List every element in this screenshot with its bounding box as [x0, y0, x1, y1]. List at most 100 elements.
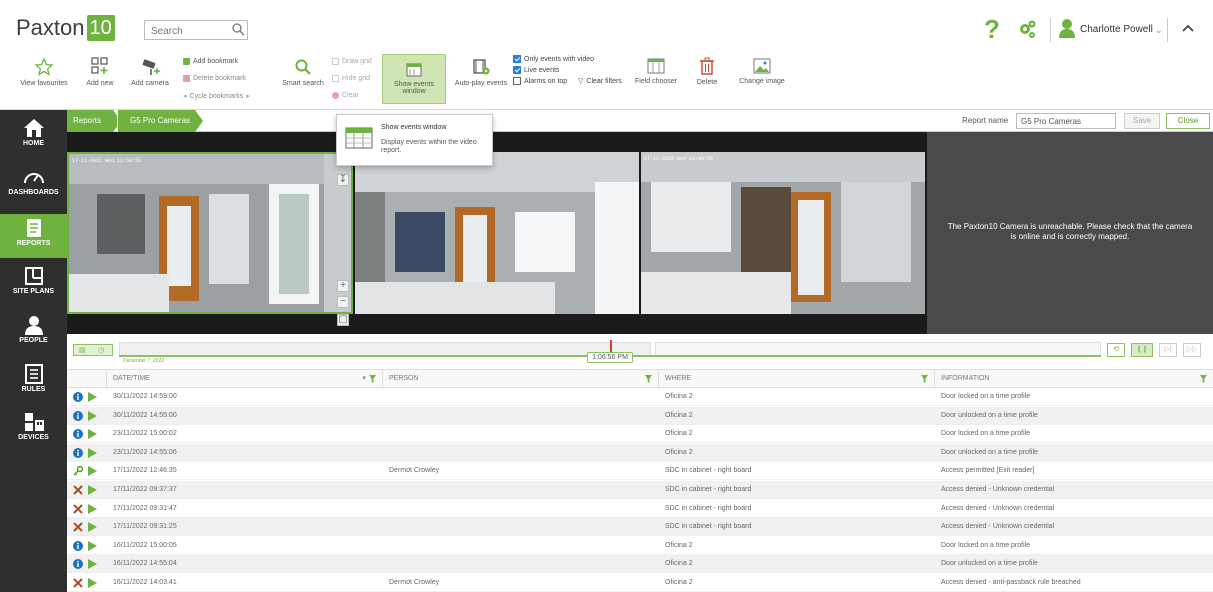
- report-name-input[interactable]: [1016, 113, 1116, 129]
- smart-search-button[interactable]: Smart search: [280, 58, 326, 87]
- sidebar-item-people[interactable]: PEOPLE: [0, 315, 67, 357]
- play-icon[interactable]: [87, 540, 97, 551]
- info-icon[interactable]: [73, 559, 83, 570]
- collapse-ribbon-icon[interactable]: [1180, 20, 1196, 36]
- column-header-person[interactable]: PERSON: [383, 370, 659, 388]
- pause-icon[interactable]: ❙❙: [1131, 343, 1153, 357]
- access-denied-icon[interactable]: [73, 578, 83, 588]
- play-icon[interactable]: [87, 392, 97, 402]
- play-icon[interactable]: [87, 447, 97, 458]
- info-icon[interactable]: [73, 540, 83, 551]
- timeline-playhead[interactable]: [610, 340, 612, 352]
- play-icon[interactable]: [87, 559, 97, 570]
- clock-icon[interactable]: ◷: [98, 346, 104, 354]
- list-view-icon[interactable]: ▤: [79, 346, 86, 354]
- table-row[interactable]: 17/11/2022 12:46:35 Dermot Crowley SDC in …: [67, 462, 1213, 481]
- live-events-checkbox[interactable]: Live events: [513, 66, 559, 74]
- close-button[interactable]: Close: [1166, 113, 1210, 129]
- play-icon[interactable]: [87, 485, 97, 495]
- access-denied-icon[interactable]: [73, 503, 83, 514]
- column-header-datetime[interactable]: DATE/TIME ▾: [107, 370, 383, 388]
- column-header-where[interactable]: WHERE: [659, 370, 935, 388]
- camera-feed-3[interactable]: 17-11-2022 Wed 13:45:56: [641, 152, 925, 314]
- filter-icon[interactable]: [645, 375, 652, 383]
- table-row[interactable]: 30/11/2022 14:59:00 Oficina 2 Door locked …: [67, 388, 1213, 406]
- breadcrumb-current[interactable]: G5 Pro Cameras: [117, 110, 195, 132]
- filter-icon[interactable]: [921, 375, 928, 383]
- step-forward-icon[interactable]: ▷|: [1159, 343, 1177, 357]
- sort-desc-icon[interactable]: ▾: [362, 370, 366, 388]
- sidebar-item-devices[interactable]: DEVICES: [0, 412, 67, 454]
- play-icon[interactable]: [87, 429, 97, 440]
- table-row[interactable]: 17/11/2022 09:31:25 SDC in cabinet - righ…: [67, 518, 1213, 537]
- info-icon[interactable]: [73, 447, 83, 458]
- access-denied-icon[interactable]: [73, 485, 83, 495]
- table-row[interactable]: 16/11/2022 14:55:04 Oficina 2 Door unlocke…: [67, 555, 1213, 574]
- auto-play-events-button[interactable]: Auto-play events: [452, 58, 510, 87]
- access-denied-icon[interactable]: [73, 522, 83, 532]
- cycle-bookmarks-button[interactable]: ◂ Cycle bookmarks ▸: [183, 92, 250, 101]
- sidebar-item-rules[interactable]: RULES: [0, 364, 67, 406]
- play-icon[interactable]: [87, 522, 97, 533]
- save-button[interactable]: Save: [1124, 113, 1160, 129]
- play-icon[interactable]: [87, 410, 97, 421]
- camera-feed-1[interactable]: 17-11-2022 Wed 13:58:56: [67, 152, 353, 314]
- search-icon[interactable]: [231, 22, 245, 36]
- only-events-with-video-checkbox[interactable]: Only events with video: [513, 55, 594, 63]
- play-icon[interactable]: [87, 503, 97, 514]
- table-row[interactable]: 17/11/2022 09:37:37 SDC in cabinet - righ…: [67, 481, 1213, 499]
- field-chooser-button[interactable]: Field chooser: [632, 58, 680, 85]
- skip-end-icon[interactable]: ▷▷: [1183, 343, 1201, 357]
- zoom-out-icon[interactable]: −: [337, 296, 349, 308]
- table-row[interactable]: 30/11/2022 14:55:00 Oficina 2 Door unlocke…: [67, 406, 1213, 425]
- chevron-down-icon[interactable]: ⌄: [1155, 25, 1163, 36]
- paxton10-logo[interactable]: Paxton 10: [16, 14, 115, 42]
- breadcrumb-reports[interactable]: Reports: [67, 110, 113, 132]
- help-icon[interactable]: ?: [984, 14, 1000, 45]
- info-icon[interactable]: [73, 392, 83, 402]
- delete-bookmark-button[interactable]: Delete bookmark: [183, 75, 246, 82]
- play-icon[interactable]: [87, 578, 97, 588]
- add-bookmark-button[interactable]: Add bookmark: [183, 58, 238, 65]
- timeline-view-toggle[interactable]: ▤ ◷: [73, 344, 113, 356]
- sidebar-item-site-plans[interactable]: SITE PLANS: [0, 266, 67, 308]
- table-row[interactable]: 16/11/2022 15:00:05 Oficina 2 Door locked …: [67, 537, 1213, 555]
- table-row[interactable]: 16/11/2022 14:03:41 Dermot Crowley Oficina…: [67, 574, 1213, 592]
- fullscreen-icon[interactable]: ▢: [337, 314, 349, 326]
- delete-button[interactable]: Delete: [692, 57, 722, 86]
- sidebar-item-reports[interactable]: REPORTS: [0, 214, 67, 258]
- sidebar-item-dashboards[interactable]: DASHBOARDS: [0, 167, 67, 209]
- alarms-on-top-checkbox[interactable]: Alarms on top: [513, 77, 567, 85]
- column-header-information[interactable]: INFORMATION: [935, 370, 1213, 388]
- draw-grid-button[interactable]: Draw grid: [332, 58, 372, 65]
- hide-grid-button[interactable]: Hide grid: [332, 75, 370, 82]
- show-events-window-button[interactable]: Show events window: [382, 54, 446, 104]
- info-icon[interactable]: [73, 429, 83, 440]
- view-favourites-button[interactable]: View favourites: [16, 58, 72, 87]
- devices-icon: [24, 413, 44, 431]
- timeline-track[interactable]: [119, 342, 651, 356]
- settings-gear-icon[interactable]: [1016, 18, 1038, 40]
- clear-button[interactable]: Clear: [332, 92, 359, 99]
- play-icon[interactable]: [87, 466, 97, 477]
- download-icon[interactable]: ↧: [337, 174, 349, 186]
- zoom-in-icon[interactable]: +: [337, 280, 349, 292]
- info-icon[interactable]: [73, 410, 83, 421]
- table-row[interactable]: 23/11/2022 15:00:02 Oficina 2 Door locked …: [67, 425, 1213, 444]
- user-avatar-icon[interactable]: [1058, 18, 1076, 38]
- sidebar-item-home[interactable]: HOME: [0, 118, 67, 160]
- add-camera-button[interactable]: Add camera: [128, 58, 172, 87]
- camera-feed-2[interactable]: [355, 152, 639, 314]
- table-row[interactable]: 23/11/2022 14:55:06 Oficina 2 Door unlocke…: [67, 443, 1213, 462]
- filter-icon[interactable]: [1200, 375, 1207, 383]
- change-image-button[interactable]: Change image: [736, 58, 788, 85]
- add-new-button[interactable]: Add new: [84, 56, 116, 87]
- key-icon[interactable]: [73, 466, 83, 476]
- table-row[interactable]: 17/11/2022 09:31:47 SDC in cabinet - righ…: [67, 500, 1213, 518]
- camera-feed-4-offline[interactable]: The Paxton10 Camera is unreachable. Plea…: [927, 132, 1213, 334]
- timeline-track-future[interactable]: [655, 342, 1101, 356]
- filter-icon[interactable]: [369, 375, 376, 383]
- clear-filters-button[interactable]: ▽ Clear filters: [578, 77, 622, 86]
- user-name[interactable]: Charlotte Powell: [1080, 24, 1153, 35]
- rewind-icon[interactable]: ⟲: [1107, 343, 1125, 357]
